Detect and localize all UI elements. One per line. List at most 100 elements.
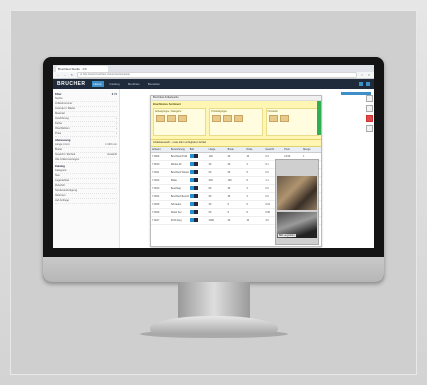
app-body: Filter 3 / 5 Suche Artikelnummer Lieferan… — [53, 89, 374, 248]
table-cell: 7.0013 — [152, 187, 160, 190]
category-thumb[interactable] — [167, 115, 176, 122]
row-image-cell — [189, 185, 208, 192]
table-cell: 40 — [227, 163, 231, 166]
table-cell: 60 — [227, 171, 231, 174]
row-image-cell — [189, 169, 208, 176]
list-banner: Artikelauswahl – Liste aller verfügbaren… — [151, 140, 321, 147]
reload-icon[interactable]: ↻ — [70, 73, 74, 77]
category-column: Hersteller — [265, 108, 319, 136]
user-icon[interactable] — [359, 82, 363, 86]
table-cell: 7.0011 — [152, 171, 160, 174]
tool-icon[interactable] — [365, 95, 373, 102]
image-preview: Bild vergrößern — [275, 159, 319, 245]
banner-title: Bruchfestes Sortiment — [153, 103, 181, 106]
table-cell: 7.0016 — [152, 211, 160, 214]
table-cell: 7.0015 — [152, 203, 160, 206]
info-icon[interactable] — [193, 162, 198, 167]
table-cell: 30 — [208, 203, 212, 206]
star-icon[interactable]: ☆ — [360, 73, 364, 77]
sidebar-item[interactable]: Auf Anfrage — [55, 199, 117, 204]
table-cell: 7.0017 — [152, 219, 160, 222]
main-area: Bruchfest Artikelsuche Bruchfestes Sorti… — [120, 89, 374, 248]
menu-icon[interactable]: ≡ — [367, 73, 371, 77]
table-cell: 35 — [227, 195, 231, 198]
back-icon[interactable]: ‹ — [56, 73, 60, 77]
category-thumb[interactable] — [212, 115, 222, 122]
table-cell: 7.0012 — [152, 179, 160, 182]
menu-item-katalog[interactable]: Katalog — [108, 81, 122, 87]
sidebar-item[interactable]: Alle Artikel anzeigen — [55, 158, 117, 163]
table-cell: 40 — [208, 163, 212, 166]
main-menu: Home Katalog Merkliste Bestellen — [91, 81, 163, 87]
table-cell: 100 — [208, 155, 213, 158]
table-cell: 90 — [208, 195, 212, 198]
browser-tabbar: Bruchfest Studio · Ch — [53, 65, 374, 72]
table-cell: 7.0009 — [152, 155, 160, 158]
row-image-cell — [189, 177, 208, 184]
table-cell: 200 — [208, 179, 213, 182]
table-cell: 5 — [246, 171, 248, 174]
category-thumb[interactable] — [234, 115, 244, 122]
info-icon[interactable] — [193, 154, 198, 159]
info-icon[interactable] — [193, 202, 198, 207]
app-logo[interactable]: BRUCHER — [57, 81, 86, 87]
table-cell: 6 — [227, 203, 229, 206]
monitor-stand-foot — [150, 316, 278, 334]
table-cell: 8 — [246, 179, 248, 182]
table-cell: 80 — [208, 187, 212, 190]
info-icon[interactable] — [193, 194, 198, 199]
monitor-chin — [43, 257, 384, 282]
table-cell: 7.0014 — [152, 195, 160, 198]
filter-banner: Bruchfestes Sortiment Artikelgruppe / Ka… — [151, 101, 321, 140]
row-image-cell — [189, 153, 208, 160]
row-image-cell — [189, 209, 208, 216]
table-cell: 3 — [246, 195, 248, 198]
app-header: BRUCHER Home Katalog Merkliste Bestellen — [53, 79, 374, 89]
preview-caption[interactable]: Bild vergrößern — [278, 234, 297, 237]
table-cell: 50 — [208, 211, 212, 214]
table-cell: 4 — [246, 163, 248, 166]
table-cell: 60 — [208, 171, 212, 174]
cart-icon[interactable] — [366, 82, 370, 86]
menu-item-home[interactable]: Home — [91, 81, 104, 87]
table-cell: 10 — [246, 219, 250, 222]
row-image-cell — [189, 201, 208, 208]
sidebar: Filter 3 / 5 Suche Artikelnummer Lieferan… — [53, 89, 120, 248]
table-cell: Bruchfest Winkel — [170, 171, 189, 174]
category-column: Produktgruppe — [209, 108, 263, 136]
category-thumb[interactable] — [223, 115, 233, 122]
table-cell: Beschlag — [170, 187, 181, 190]
table-cell: 20 — [227, 219, 231, 222]
preview-image[interactable] — [277, 176, 317, 210]
menu-item-bestellen[interactable]: Bestellen — [146, 81, 162, 87]
category-thumb[interactable] — [268, 115, 278, 122]
header-actions — [359, 82, 370, 86]
table-cell: Dübel Set — [170, 211, 182, 214]
url-field[interactable]: ⊕ http://www.bruchfest.ch/service/starts… — [77, 72, 357, 78]
info-icon[interactable] — [193, 218, 198, 223]
menu-item-merkliste[interactable]: Merkliste — [126, 81, 142, 87]
table-cell: Winkel 40 — [170, 163, 182, 166]
table-cell: 30 — [227, 187, 231, 190]
forward-icon[interactable]: › — [63, 73, 67, 77]
side-tab[interactable] — [317, 101, 321, 135]
monitor: Bruchfest Studio · Ch ‹ › ↻ ⊕ http://www… — [43, 57, 384, 282]
category-thumb[interactable] — [178, 115, 187, 122]
info-icon[interactable] — [193, 170, 198, 175]
tool-icon[interactable] — [365, 105, 373, 112]
category-thumb[interactable] — [156, 115, 165, 122]
info-icon[interactable] — [193, 178, 198, 183]
table-cell: Profil lang — [170, 219, 182, 222]
row-image-cell — [189, 193, 208, 200]
table-cell: 8 — [246, 211, 248, 214]
table-cell: 20 — [227, 155, 231, 158]
row-image-cell — [189, 217, 208, 224]
tool-icon[interactable] — [365, 125, 373, 132]
info-icon[interactable] — [193, 186, 198, 191]
category-columns: Artikelgruppe / Kategorie Produktgruppe … — [153, 108, 319, 136]
alert-icon[interactable] — [365, 115, 373, 122]
right-toolstrip — [364, 95, 374, 245]
category-thumb[interactable] — [279, 115, 289, 122]
sidebar-item[interactable]: Preis › — [55, 132, 117, 137]
info-icon[interactable] — [193, 210, 198, 215]
